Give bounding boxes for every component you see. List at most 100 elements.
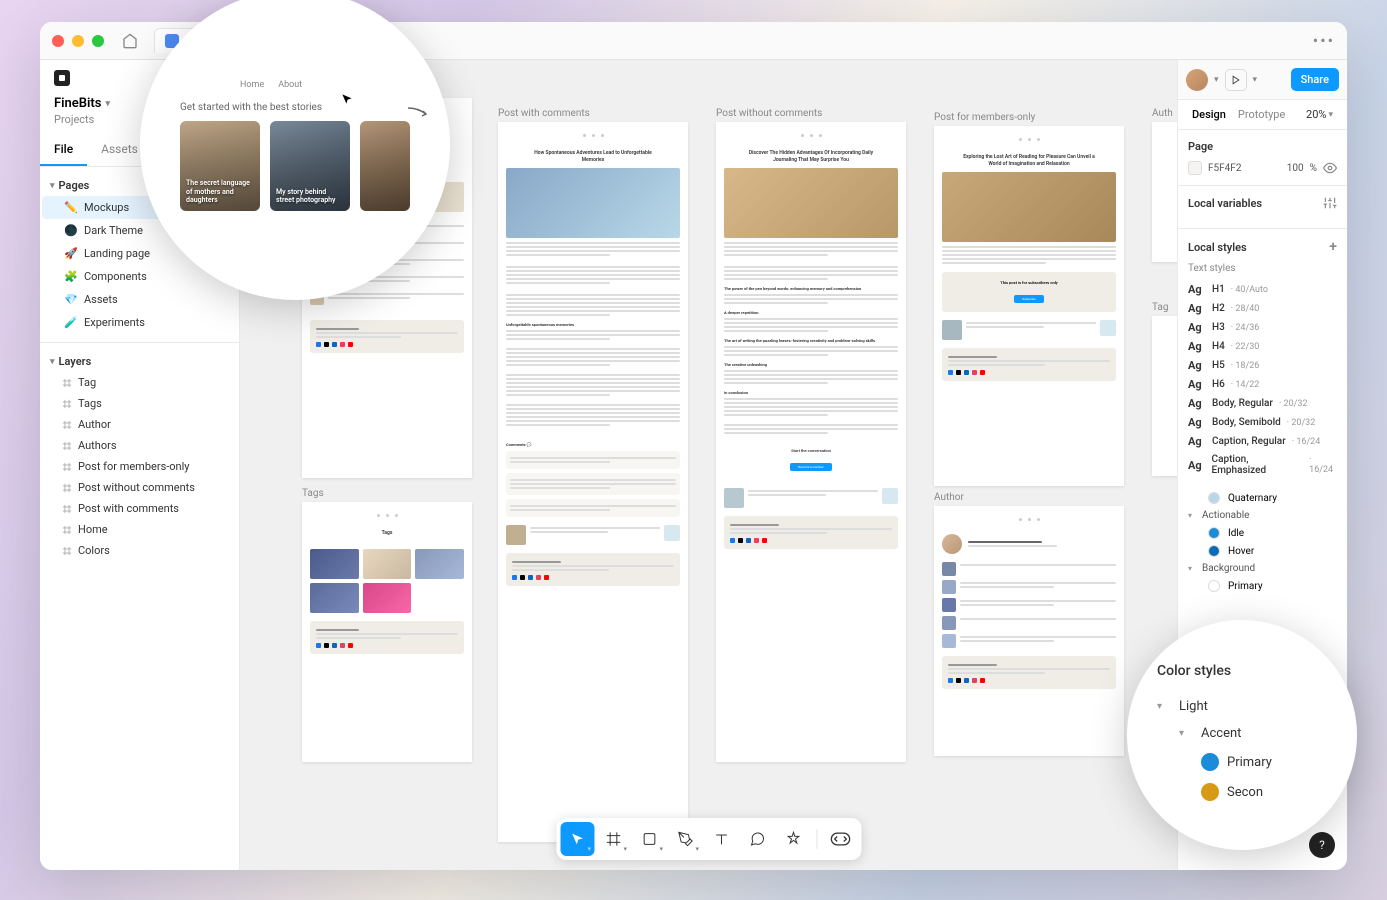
page-item[interactable]: 💎Assets: [42, 288, 237, 311]
frame-label-post-comments[interactable]: Post with comments: [498, 108, 590, 119]
tab-prototype[interactable]: Prototype: [1232, 100, 1291, 129]
frame-post-comments[interactable]: How Spontaneous Adventures Lead to Unfor…: [498, 122, 688, 842]
frame-tag-partial[interactable]: [1152, 316, 1177, 476]
color-quaternary[interactable]: Quaternary: [1188, 489, 1337, 507]
text-style-item[interactable]: AgH3 · 24/36: [1188, 318, 1337, 337]
share-button[interactable]: Share: [1291, 68, 1339, 91]
frame-label-post-no-comments[interactable]: Post without comments: [716, 108, 822, 119]
zoom-callout-label: Get started with the best stories: [180, 102, 410, 113]
user-avatar[interactable]: [1186, 69, 1208, 91]
background-hex[interactable]: F5F4F2: [1208, 163, 1281, 174]
comment-tool[interactable]: [740, 822, 774, 856]
maximize-window-button[interactable]: [92, 35, 104, 47]
minimize-window-button[interactable]: [72, 35, 84, 47]
layer-item[interactable]: Post with comments: [40, 498, 239, 519]
tab-design[interactable]: Design: [1186, 100, 1232, 129]
story-card-partial[interactable]: [360, 121, 410, 211]
story-card[interactable]: My story behind street photography: [270, 121, 350, 211]
color-swatch[interactable]: [1188, 161, 1202, 175]
page-icon: 🧪: [64, 316, 78, 329]
text-style-item[interactable]: AgBody, Regular · 20/32: [1188, 394, 1337, 413]
text-style-item[interactable]: AgH4 · 22/30: [1188, 337, 1337, 356]
tab-file[interactable]: File: [40, 134, 87, 166]
color-group-actionable[interactable]: ▾Actionable: [1188, 507, 1337, 524]
color-secondary[interactable]: Secon: [1157, 777, 1327, 807]
page-icon: 🚀: [64, 247, 78, 260]
present-button[interactable]: [1225, 69, 1247, 91]
layer-item[interactable]: Colors: [40, 540, 239, 561]
frame-label-tags[interactable]: Tags: [302, 488, 324, 499]
color-styles-title: Color styles: [1157, 663, 1327, 679]
sliders-icon[interactable]: [1323, 196, 1337, 210]
text-style-preview: Ag: [1188, 397, 1206, 410]
shape-tool[interactable]: ▾: [632, 822, 666, 856]
frame-post-members[interactable]: Exploring the Lost Art of Reading for Pl…: [934, 126, 1124, 486]
add-style-icon[interactable]: +: [1329, 239, 1337, 255]
move-tool[interactable]: ▾: [560, 822, 594, 856]
text-style-preview: Ag: [1188, 340, 1206, 353]
color-hover[interactable]: Hover: [1188, 542, 1337, 560]
actions-tool[interactable]: [776, 822, 810, 856]
frame-label-auth[interactable]: Auth: [1152, 108, 1173, 119]
traffic-lights: [52, 35, 104, 47]
page-item[interactable]: 🧪Experiments: [42, 311, 237, 334]
text-style-preview: Ag: [1188, 302, 1206, 315]
story-card[interactable]: The secret language of mothers and daugh…: [180, 121, 260, 211]
background-row[interactable]: F5F4F2 100 %: [1188, 161, 1337, 175]
color-bg-primary[interactable]: Primary: [1188, 577, 1337, 595]
chevron-down-icon[interactable]: ▾: [1214, 75, 1219, 85]
layers-section-header[interactable]: ▾ Layers: [40, 351, 239, 372]
text-style-item[interactable]: AgH5 · 18/26: [1188, 356, 1337, 375]
chevron-down-icon: ▾: [105, 99, 110, 109]
layers-section: ▾ Layers TagTagsAuthorAuthorsPost for me…: [40, 342, 239, 569]
text-style-item[interactable]: AgH2 · 28/40: [1188, 299, 1337, 318]
overflow-menu-button[interactable]: •••: [1313, 31, 1335, 50]
frame-label-tag[interactable]: Tag: [1152, 302, 1168, 313]
color-swatch-primary: [1201, 753, 1219, 771]
color-group-light[interactable]: ▾Light: [1157, 693, 1327, 720]
frame-post-no-comments[interactable]: Discover The Hidden Advantages Of Incorp…: [716, 122, 906, 762]
frame-auth-partial[interactable]: [1152, 122, 1177, 262]
text-style-preview: Ag: [1188, 416, 1206, 429]
frame-icon: [62, 462, 72, 472]
page-icon: 💎: [64, 293, 78, 306]
chevron-down-icon: ▾: [50, 357, 55, 367]
color-idle[interactable]: Idle: [1188, 524, 1337, 542]
color-group-accent[interactable]: ▾Accent: [1157, 720, 1327, 747]
close-window-button[interactable]: [52, 35, 64, 47]
frame-label-author[interactable]: Author: [934, 492, 964, 503]
right-panel-top: ▾ ▾ Share: [1178, 60, 1347, 100]
zoom-dropdown[interactable]: 20% ▾: [1300, 100, 1339, 129]
layer-item[interactable]: Home: [40, 519, 239, 540]
color-primary[interactable]: Primary: [1157, 747, 1327, 777]
local-variables-section[interactable]: Local variables: [1178, 186, 1347, 229]
frame-icon: [62, 378, 72, 388]
dev-mode-toggle[interactable]: [823, 822, 857, 856]
pen-tool[interactable]: ▾: [668, 822, 702, 856]
text-style-item[interactable]: AgCaption, Emphasized · 16/24: [1188, 451, 1337, 479]
frame-icon: [62, 441, 72, 451]
frame-author[interactable]: [934, 506, 1124, 756]
text-style-item[interactable]: AgH1 · 40/Auto: [1188, 280, 1337, 299]
text-style-item[interactable]: AgBody, Semibold · 20/32: [1188, 413, 1337, 432]
background-opacity[interactable]: 100: [1287, 163, 1304, 174]
layer-item[interactable]: Tag: [40, 372, 239, 393]
layer-item[interactable]: Post for members-only: [40, 456, 239, 477]
chevron-down-icon[interactable]: ▾: [1253, 75, 1258, 85]
layer-item[interactable]: Tags: [40, 393, 239, 414]
text-style-item[interactable]: AgH6 · 14/22: [1188, 375, 1337, 394]
frame-tool[interactable]: ▾: [596, 822, 630, 856]
help-button[interactable]: ?: [1309, 832, 1335, 858]
zoom-callout-stories: HomeAbout Get started with the best stor…: [140, 0, 450, 300]
text-tool[interactable]: [704, 822, 738, 856]
page-icon: 🧩: [64, 270, 78, 283]
layer-item[interactable]: Authors: [40, 435, 239, 456]
layer-item[interactable]: Post without comments: [40, 477, 239, 498]
text-style-item[interactable]: AgCaption, Regular · 16/24: [1188, 432, 1337, 451]
layer-item[interactable]: Author: [40, 414, 239, 435]
frame-label-post-members[interactable]: Post for members-only: [934, 112, 1035, 123]
visibility-toggle-icon[interactable]: [1323, 161, 1337, 175]
color-group-background[interactable]: ▾Background: [1188, 560, 1337, 577]
home-icon[interactable]: [122, 33, 138, 49]
frame-tags[interactable]: Tags: [302, 502, 472, 762]
